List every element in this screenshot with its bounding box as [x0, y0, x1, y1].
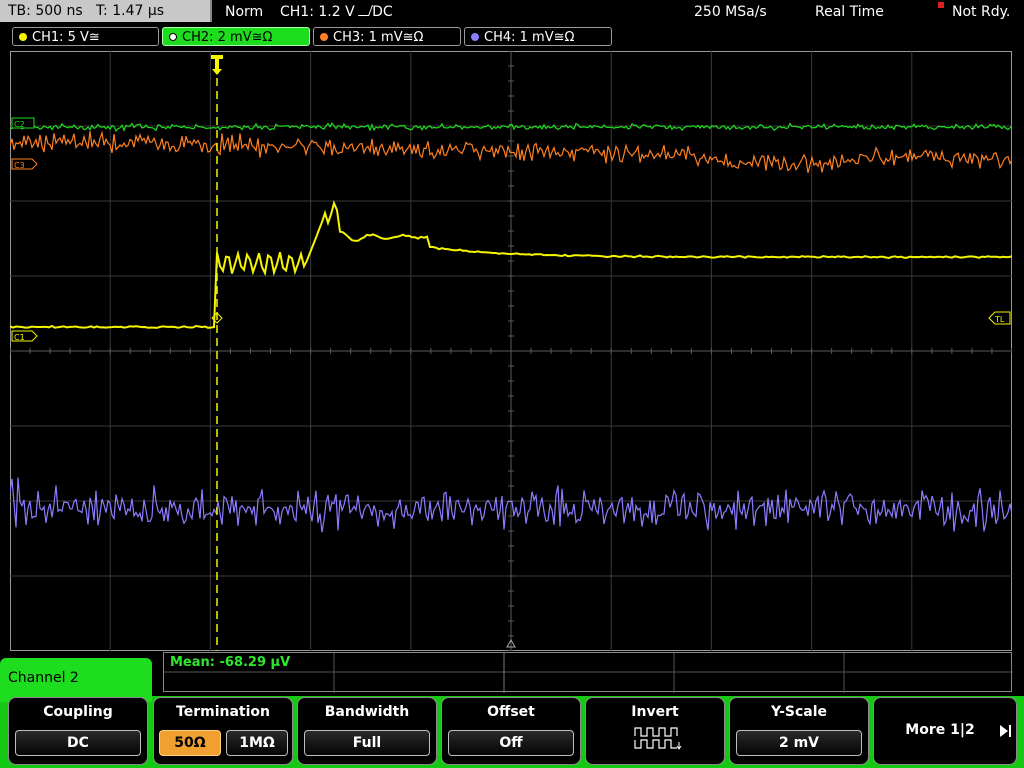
offset-softkey[interactable]: Offset Off — [441, 697, 581, 765]
channel-tab-ch4[interactable]: CH4: 1 mV≅Ω — [464, 27, 612, 46]
menu-title-tab: Channel 2 — [0, 658, 152, 702]
trigger-level-label: TL — [994, 315, 1005, 324]
status-bar: TB: 500 ns T: 1.47 µs Norm CH1: 1.2 V DC… — [0, 0, 1024, 24]
bandwidth-title: Bandwidth — [324, 704, 410, 720]
y-scale-softkey[interactable]: Y-Scale 2 mV — [729, 697, 869, 765]
acquisition-mode: Real Time — [815, 4, 884, 20]
ch2-marker-label: C2 — [14, 120, 25, 129]
termination-1mohm-option[interactable]: 1MΩ — [226, 730, 288, 756]
trigger-mode[interactable]: Norm — [225, 0, 263, 24]
termination-title: Termination — [176, 704, 270, 720]
ch2-tab-label: CH2: 2 mV≅Ω — [182, 30, 273, 45]
more-label: More 1|2 — [905, 722, 975, 738]
invert-waveform-icon — [634, 727, 682, 750]
y-scale-title: Y-Scale — [770, 704, 827, 720]
menu-title: Channel 2 — [8, 670, 79, 686]
channel-tab-ch1[interactable]: CH1: 5 V≅ — [12, 27, 159, 46]
ch4-tab-label: CH4: 1 mV≅Ω — [484, 30, 575, 45]
ch3-tab-label: CH3: 1 mV≅Ω — [333, 30, 424, 45]
ch4-color-dot — [471, 33, 479, 41]
ch3-color-dot — [320, 33, 328, 41]
next-page-bar-icon — [1009, 725, 1011, 737]
measurement-panel: Mean: -68.29 µV — [163, 652, 1013, 693]
bandwidth-softkey[interactable]: Bandwidth Full — [297, 697, 437, 765]
ch1-marker-label: C1 — [14, 333, 25, 342]
ch1-tab-label: CH1: 5 V≅ — [32, 30, 100, 45]
y-scale-value[interactable]: 2 mV — [736, 730, 862, 756]
offset-value[interactable]: Off — [448, 730, 574, 756]
coupling-value[interactable]: DC — [15, 730, 141, 756]
termination-softkey[interactable]: Termination 50Ω 1MΩ — [153, 697, 293, 765]
next-page-arrow-icon — [1000, 725, 1008, 737]
timebase-label: TB: 500 ns — [8, 3, 83, 19]
timebase-box[interactable]: TB: 500 ns T: 1.47 µs — [0, 0, 212, 22]
coupling-title: Coupling — [43, 704, 113, 720]
rising-edge-icon — [358, 5, 374, 16]
ch2-color-dot — [169, 33, 177, 41]
trigger-coupling: DC — [372, 4, 393, 20]
sample-rate: 250 MSa/s — [694, 4, 767, 20]
coupling-softkey[interactable]: Coupling DC — [8, 697, 148, 765]
invert-softkey[interactable]: Invert — [585, 697, 725, 765]
measurement-grid — [164, 653, 1013, 693]
more-softkey[interactable]: More 1|2 — [873, 697, 1017, 765]
mean-measurement: Mean: -68.29 µV — [170, 655, 291, 670]
trigger-source-level: CH1: 1.2 V — [280, 4, 355, 20]
channel-tab-ch3[interactable]: CH3: 1 mV≅Ω — [313, 27, 461, 46]
termination-50ohm-option[interactable]: 50Ω — [159, 730, 221, 756]
waveform-display[interactable]: C2 C3 C1 TL — [10, 51, 1012, 651]
acquisition-status: Not Rdy. — [952, 4, 1011, 20]
bandwidth-value[interactable]: Full — [304, 730, 430, 756]
status-indicator-icon — [938, 2, 944, 8]
ch3-ground-marker[interactable]: C3 — [11, 158, 38, 170]
ch2-ground-marker[interactable]: C2 — [11, 117, 35, 129]
ch1-color-dot — [19, 33, 27, 41]
ch3-marker-label: C3 — [14, 161, 25, 170]
channel-tabs: CH1: 5 V≅ CH2: 2 mV≅Ω CH3: 1 mV≅Ω CH4: 1… — [0, 27, 1024, 49]
invert-title: Invert — [631, 704, 679, 720]
channel-tab-ch2[interactable]: CH2: 2 mV≅Ω — [162, 27, 310, 46]
ch1-ground-marker[interactable]: C1 — [11, 330, 38, 342]
offset-title: Offset — [487, 704, 535, 720]
trigger-time-label: T: 1.47 µs — [96, 3, 165, 19]
trigger-info[interactable]: CH1: 1.2 V DC — [280, 0, 393, 24]
